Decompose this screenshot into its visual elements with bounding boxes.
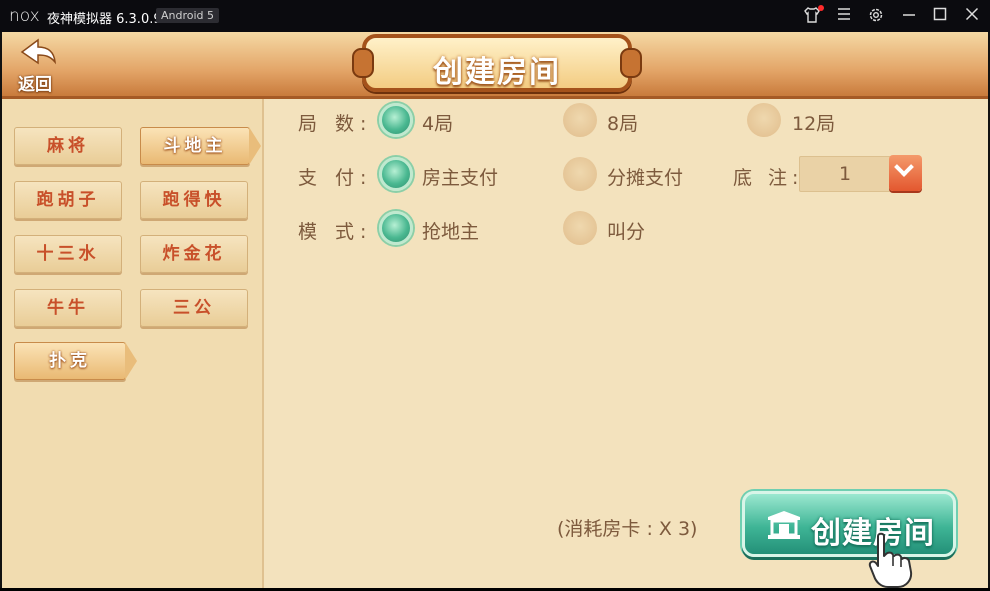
category-mahjong[interactable]: 麻将 — [14, 127, 122, 165]
page-title: 创建房间 — [433, 55, 561, 90]
bet-value-field[interactable]: 1 — [799, 156, 891, 192]
rounds-label: 局 数: — [298, 113, 373, 135]
bet-label: 底 注: — [733, 167, 804, 189]
pointing-hand-icon — [864, 532, 918, 588]
game-doudizhu[interactable]: 斗地主 — [140, 127, 261, 165]
payment-split-radio[interactable] — [563, 157, 597, 191]
back-button[interactable]: 返回 — [12, 36, 68, 95]
settings-icon[interactable] — [866, 6, 886, 26]
game-screen: 返回 创建房间 麻将 跑胡子 十三水 牛牛 扑克 斗地主 跑得快 炸金花 三公 … — [2, 32, 988, 588]
payment-split-text[interactable]: 分摊支付 — [607, 163, 683, 190]
game-zhajinhua[interactable]: 炸金花 — [140, 235, 248, 273]
rounds-8-radio[interactable] — [563, 103, 597, 137]
nox-logo: nox — [9, 6, 40, 26]
maximize-icon[interactable] — [930, 6, 950, 26]
payment-owner-radio[interactable] — [379, 157, 413, 191]
rounds-12-radio[interactable] — [747, 103, 781, 137]
payment-label: 支 付: — [298, 167, 373, 189]
payment-owner-text[interactable]: 房主支付 — [422, 163, 498, 190]
window-title: 夜神模拟器 6.3.0.9 — [47, 12, 162, 27]
mode-label: 模 式: — [298, 221, 373, 243]
menu-icon[interactable] — [834, 6, 854, 26]
rounds-8-text[interactable]: 8局 — [607, 109, 638, 136]
android-version-badge: Android 5 — [156, 8, 220, 23]
mode-call-score-text[interactable]: 叫分 — [607, 217, 645, 244]
bet-dropdown-button[interactable] — [889, 155, 922, 191]
room-card-cost: (消耗房卡 : X 3) — [557, 518, 698, 540]
category-niuniu[interactable]: 牛牛 — [14, 289, 122, 327]
create-room-button[interactable]: 创建房间 — [742, 491, 956, 557]
category-poker[interactable]: 扑克 — [14, 342, 137, 380]
page-title-plaque: 创建房间 — [352, 34, 642, 92]
gate-icon — [767, 510, 801, 540]
category-paohuzi[interactable]: 跑胡子 — [14, 181, 122, 219]
close-icon[interactable] — [962, 6, 982, 26]
game-paodekuai[interactable]: 跑得快 — [140, 181, 248, 219]
chevron-down-icon — [894, 157, 914, 177]
mode-grab-text[interactable]: 抢地主 — [422, 217, 479, 244]
emulator-title-bar: nox 夜神模拟器 6.3.0.9 Android 5 — [0, 0, 990, 32]
rounds-4-text[interactable]: 4局 — [422, 109, 453, 136]
category-shisanshui[interactable]: 十三水 — [14, 235, 122, 273]
mode-grab-radio[interactable] — [379, 211, 413, 245]
minimize-icon[interactable] — [899, 6, 919, 26]
rounds-12-text[interactable]: 12局 — [792, 109, 835, 136]
notification-dot — [818, 5, 824, 11]
game-sangong[interactable]: 三公 — [140, 289, 248, 327]
mode-call-score-radio[interactable] — [563, 211, 597, 245]
back-label: 返回 — [18, 75, 52, 95]
rounds-4-radio[interactable] — [379, 103, 413, 137]
